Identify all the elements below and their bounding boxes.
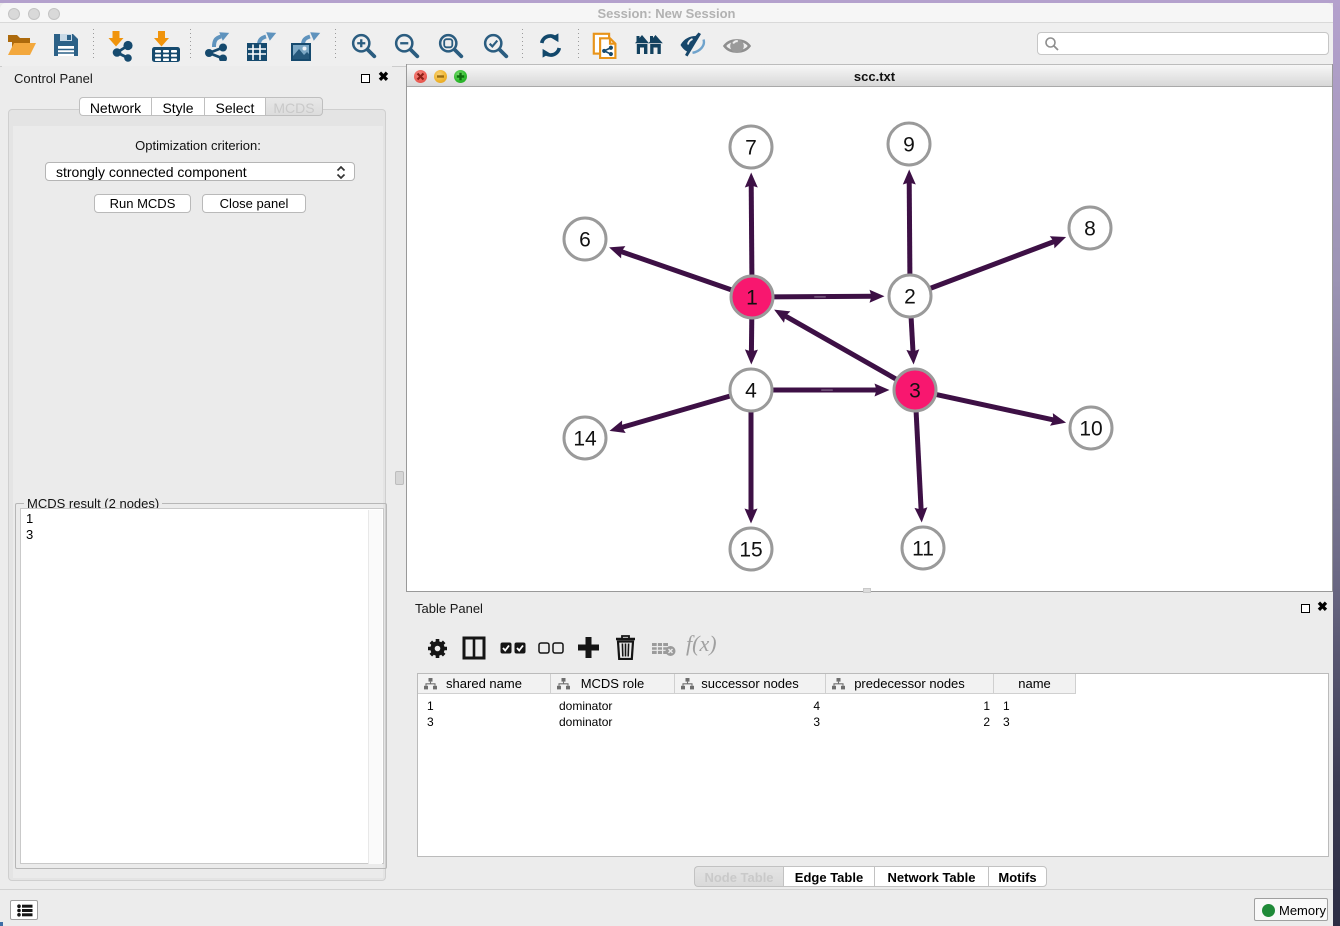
svg-text:3: 3 (909, 380, 921, 403)
svg-text:8: 8 (1084, 218, 1096, 241)
svg-text:14: 14 (573, 428, 597, 451)
svg-text:15: 15 (739, 539, 762, 562)
svg-text:6: 6 (579, 229, 591, 252)
svg-text:10: 10 (1079, 418, 1102, 441)
svg-text:11: 11 (912, 538, 934, 561)
svg-text:7: 7 (745, 137, 757, 160)
svg-text:4: 4 (745, 380, 757, 403)
svg-text:9: 9 (903, 134, 915, 157)
svg-text:1: 1 (746, 287, 758, 310)
svg-text:2: 2 (904, 286, 916, 309)
